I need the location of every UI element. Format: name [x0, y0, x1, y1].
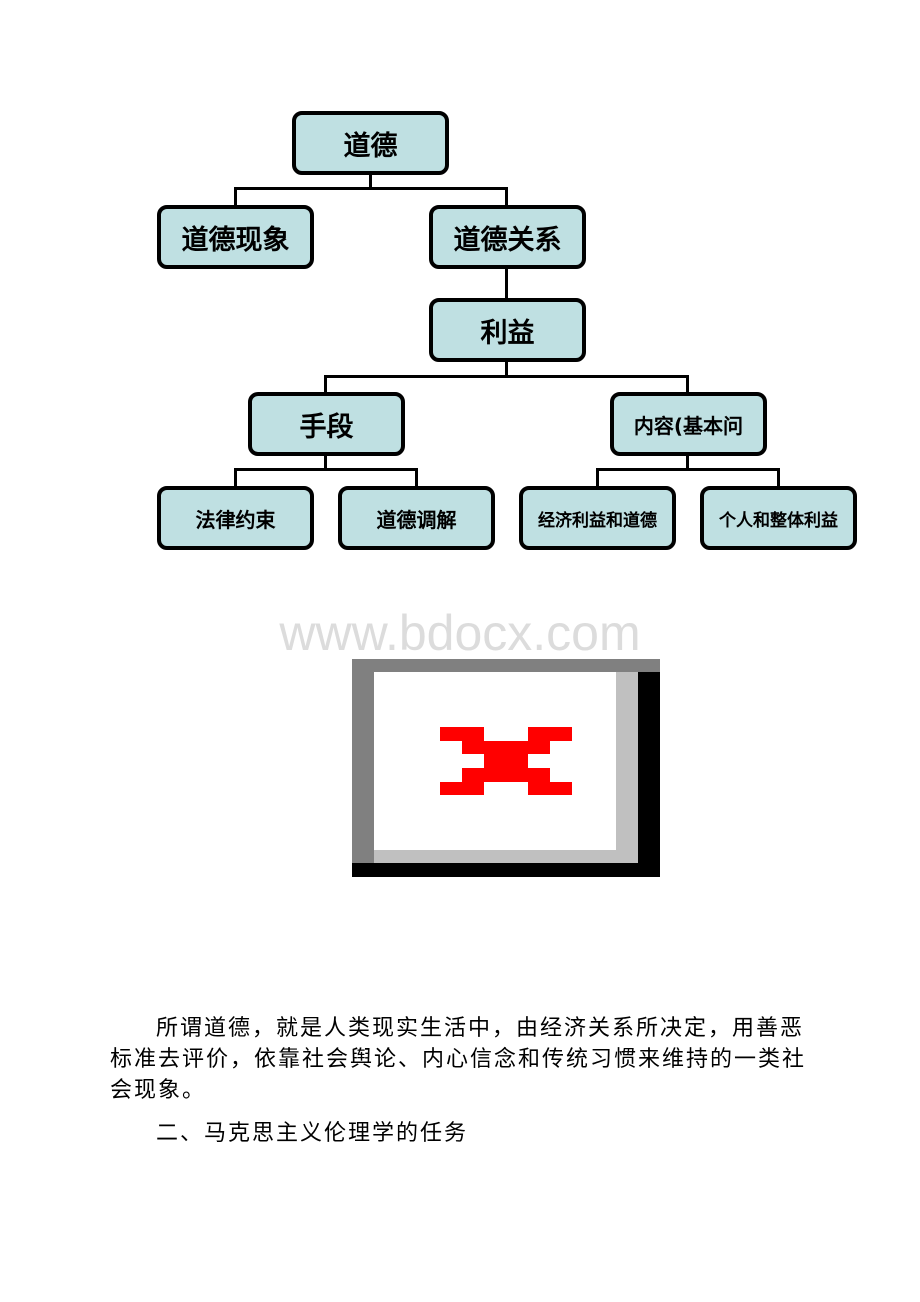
- node-means: 手段: [248, 392, 405, 456]
- connector: [686, 375, 689, 393]
- node-content: 内容(基本问: [610, 392, 767, 456]
- connector: [324, 375, 327, 393]
- node-moral-mediation: 道德调解: [338, 486, 495, 550]
- broken-image-icon: [352, 659, 660, 877]
- connector: [505, 268, 508, 299]
- connector: [324, 375, 689, 378]
- connector: [505, 187, 508, 206]
- node-moral-relations: 道德关系: [429, 205, 586, 269]
- connector: [234, 468, 418, 471]
- definition-paragraph: 所谓道德，就是人类现实生活中，由经济关系所决定，用善恶标准去评价，依靠社会舆论、…: [110, 1016, 807, 1103]
- section-heading: 二、马克思主义伦理学的任务: [156, 1121, 469, 1146]
- connector: [596, 468, 780, 471]
- connector: [596, 468, 599, 487]
- connector: [234, 187, 237, 206]
- connector: [415, 468, 418, 487]
- node-morality: 道德: [292, 111, 449, 175]
- node-individual-collective: 个人和整体利益: [700, 486, 857, 550]
- node-interest: 利益: [429, 298, 586, 362]
- connector: [234, 187, 508, 190]
- watermark: www.bdocx.com: [279, 605, 641, 661]
- node-legal-constraint: 法律约束: [157, 486, 314, 550]
- connector: [777, 468, 780, 487]
- connector: [234, 468, 237, 487]
- node-moral-phenomena: 道德现象: [157, 205, 314, 269]
- node-economic-interest: 经济利益和道德: [519, 486, 676, 550]
